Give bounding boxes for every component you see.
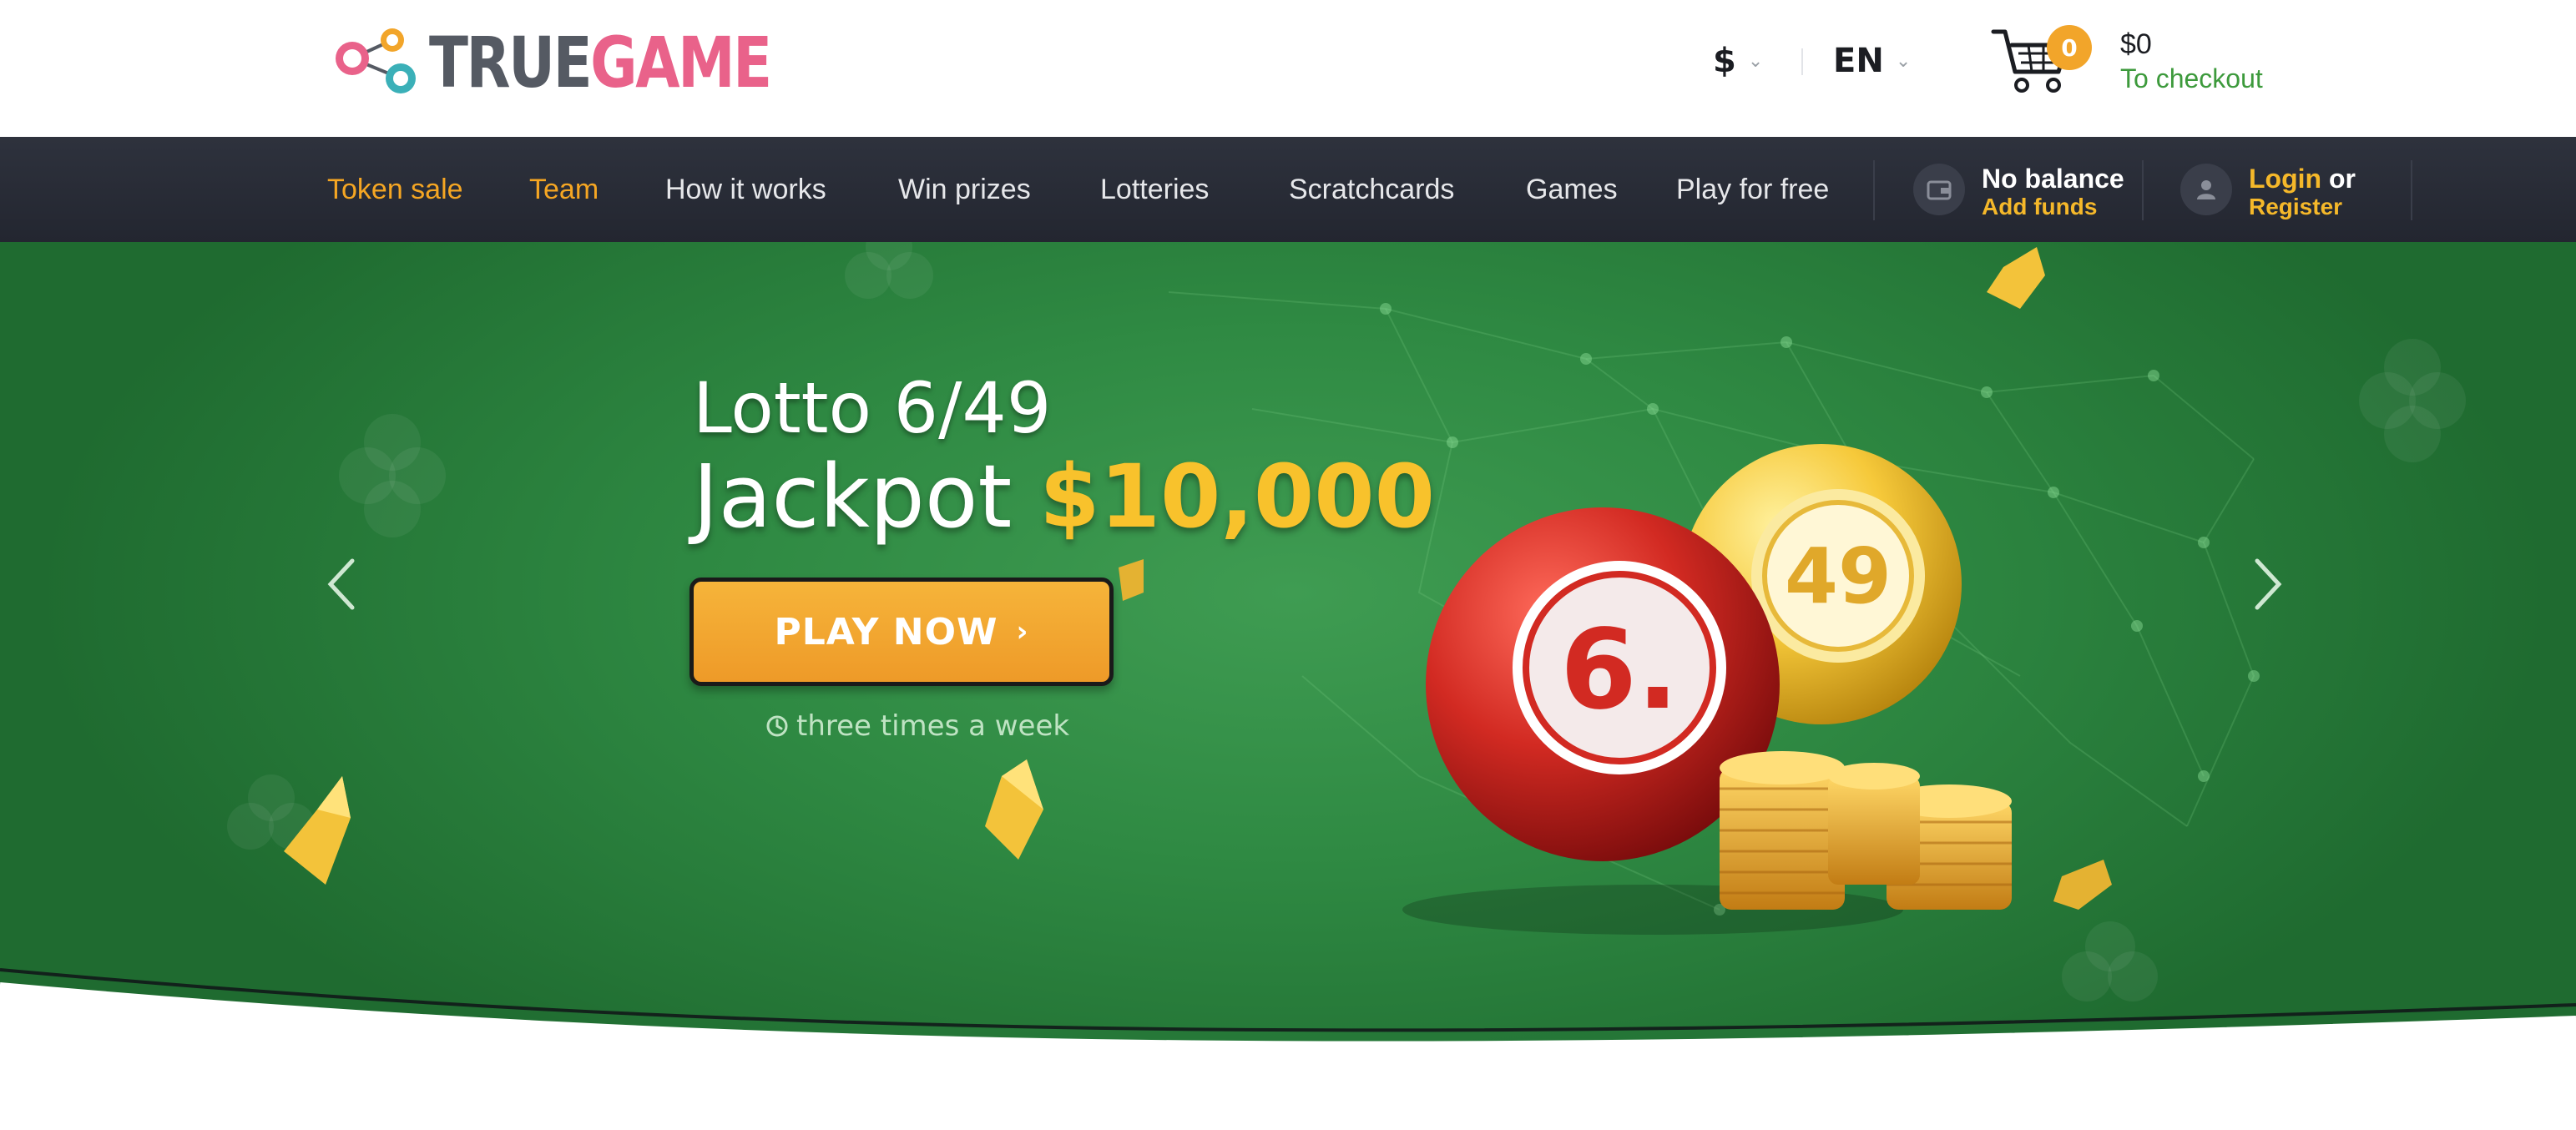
login-link[interactable]: Login bbox=[2249, 164, 2321, 194]
chevron-down-icon: ⌄ bbox=[1747, 50, 1764, 72]
cart-count-badge: 0 bbox=[2047, 25, 2092, 70]
nav-item-lotteries[interactable]: Lotteries bbox=[1100, 174, 1209, 206]
language-value: EN bbox=[1833, 42, 1884, 80]
language-selector[interactable]: EN ⌄ bbox=[1833, 42, 1911, 80]
login-or-text: or bbox=[2321, 164, 2356, 194]
add-funds-link[interactable]: Add funds bbox=[1982, 194, 2097, 220]
top-header: TRUEGAME $ ⌄ EN ⌄ 0 $0 To checkout bbox=[0, 0, 2576, 137]
ball-red-number: 6. bbox=[1560, 606, 1679, 734]
nav-item-games[interactable]: Games bbox=[1526, 174, 1618, 206]
currency-value: $ bbox=[1713, 42, 1736, 80]
header-divider bbox=[1801, 48, 1803, 75]
chevron-right-icon bbox=[2255, 558, 2282, 610]
logo[interactable]: TRUEGAME bbox=[332, 25, 846, 100]
nav-item-token-sale[interactable]: Token sale bbox=[327, 174, 463, 206]
cart-button[interactable]: 0 bbox=[1990, 20, 2099, 100]
jackpot-label: Jackpot bbox=[693, 446, 1013, 547]
register-link[interactable]: Register bbox=[2249, 194, 2342, 220]
logo-text: TRUEGAME bbox=[429, 28, 772, 98]
chevron-down-icon: ⌄ bbox=[1895, 50, 1912, 72]
logo-text-true: TRUE bbox=[429, 22, 593, 103]
play-now-label: PLAY NOW bbox=[774, 610, 998, 653]
carousel-prev-button[interactable] bbox=[317, 551, 367, 618]
cart-amount: $0 bbox=[2120, 28, 2152, 60]
logo-balls-icon bbox=[336, 28, 416, 93]
nav-divider bbox=[1873, 160, 1875, 220]
nav-item-team[interactable]: Team bbox=[529, 174, 599, 206]
lottery-balls-illustration: 49 6. bbox=[1402, 444, 2012, 935]
hero-bottom-wave bbox=[0, 968, 2576, 1130]
nav-item-how-it-works[interactable]: How it works bbox=[665, 174, 826, 206]
login-line: Login or bbox=[2249, 164, 2356, 194]
carousel-next-button[interactable] bbox=[2242, 551, 2292, 618]
draw-frequency-text: three times a week bbox=[796, 709, 1070, 743]
nav-item-scratchcards[interactable]: Scratchcards bbox=[1289, 174, 1454, 206]
currency-selector[interactable]: $ ⌄ bbox=[1713, 42, 1763, 80]
user-icon bbox=[2180, 164, 2232, 215]
nav-divider bbox=[2142, 160, 2144, 220]
nav-divider bbox=[2411, 160, 2412, 220]
draw-frequency: three times a week bbox=[765, 709, 1069, 743]
play-now-button[interactable]: PLAY NOW › bbox=[689, 578, 1114, 686]
balance-status: No balance bbox=[1982, 164, 2124, 194]
logo-text-game: GAME bbox=[590, 22, 772, 103]
checkout-link[interactable]: To checkout bbox=[2120, 63, 2263, 94]
clock-icon bbox=[766, 715, 788, 737]
main-nav: Token sale Team How it works Win prizes … bbox=[0, 137, 2576, 242]
nav-item-win-prizes[interactable]: Win prizes bbox=[898, 174, 1031, 206]
hero-banner: Lotto 6/49 Jackpot $10,000 PLAY NOW › th… bbox=[0, 242, 2576, 1130]
jackpot-headline: Jackpot $10,000 bbox=[693, 446, 1435, 547]
ball-yellow-number: 49 bbox=[1785, 532, 1892, 621]
wallet-icon bbox=[1913, 164, 1965, 215]
nav-item-play-for-free[interactable]: Play for free bbox=[1676, 174, 1829, 206]
chevron-left-icon bbox=[327, 558, 355, 610]
chevron-right-icon: › bbox=[1016, 615, 1029, 648]
lottery-title: Lotto 6/49 bbox=[693, 367, 1052, 449]
